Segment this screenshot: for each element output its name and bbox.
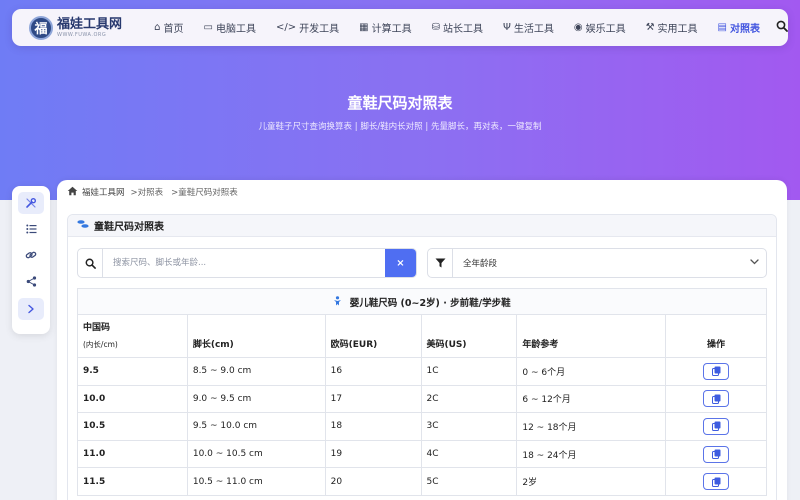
cell-cn: 10.5	[77, 412, 188, 441]
card-title: 童鞋尺码对照表	[94, 222, 164, 233]
clear-search-button[interactable]: ×	[385, 249, 416, 277]
size-chart-card: 童鞋尺码对照表 × 全年龄段	[67, 214, 777, 500]
cell-eur: 19	[324, 439, 422, 469]
cell-cn: 9.5	[77, 357, 188, 386]
nav-item-webmaster-tools[interactable]: ⛁ 站长工具	[422, 9, 493, 46]
chevron-down-icon	[742, 258, 766, 268]
filter-row: × 全年龄段	[77, 248, 767, 278]
tools-icon[interactable]	[18, 192, 44, 214]
side-toolbar	[12, 186, 50, 334]
gamepad-icon: ◉	[573, 22, 583, 33]
home-icon: ⌂	[154, 22, 161, 33]
age-filter-value: 全年龄段	[463, 259, 498, 269]
cell-age: 18 ~ 24个月	[516, 439, 667, 469]
cell-age: 12 ~ 18个月	[516, 412, 667, 441]
cell-foot: 10.5 ~ 11.0 cm	[186, 467, 326, 496]
site-name: 福娃工具网	[57, 16, 123, 32]
home-icon	[67, 186, 78, 199]
list-icon[interactable]	[18, 218, 44, 240]
webmaster-icon: ⛁	[431, 22, 440, 33]
nav-item-home[interactable]: ⌂ 首页	[144, 9, 193, 46]
cell-eur: 17	[324, 384, 422, 414]
cell-eur: 16	[324, 357, 422, 386]
logo-mark-icon: 福	[29, 15, 53, 40]
table-row: 11.0 10.0 ~ 10.5 cm 19 4C 18 ~ 24个月	[77, 439, 767, 469]
col-header-cn: 中国码 (内长/cm)	[77, 314, 188, 358]
page-subtitle: 儿童鞋子尺寸查询换算表 | 脚长/鞋内长对照 | 先量脚长，再对表，一键复制	[258, 122, 542, 132]
nav-item-dev-tools[interactable]: </> 开发工具	[266, 9, 349, 46]
table-caption: 婴儿鞋尺码 (0~2岁) · 步前鞋/学步鞋	[77, 288, 767, 315]
col-header-op: 操作	[665, 314, 767, 358]
nav-menu: ⌂ 首页 ▭ 电脑工具 </> 开发工具 ▦ 计算工具 ⛁ 站长工具 Ψ 生活工…	[144, 9, 788, 46]
cell-age: 2岁	[516, 467, 667, 496]
cell-age: 6 ~ 12个月	[516, 384, 667, 414]
cell-foot: 10.0 ~ 10.5 cm	[186, 439, 326, 469]
nav-item-fun-tools[interactable]: ◉ 娱乐工具	[564, 9, 636, 46]
code-icon: </>	[275, 22, 297, 33]
search-icon	[78, 249, 103, 277]
nav-item-util-tools[interactable]: ⚒ 实用工具	[636, 9, 708, 46]
cell-us: 5C	[420, 467, 518, 496]
cell-eur: 18	[324, 412, 422, 441]
wrench-icon: ⚒	[645, 22, 655, 33]
cell-us: 1C	[420, 357, 518, 386]
col-header-us: 美码(US)	[420, 314, 518, 358]
copy-button[interactable]	[703, 473, 730, 491]
breadcrumb: 福娃工具网 >对照表 >童鞋尺码对照表	[67, 184, 240, 200]
page-title: 童鞋尺码对照表	[347, 94, 453, 112]
main-content: 福娃工具网 >对照表 >童鞋尺码对照表 童鞋尺码对照表 × 全年龄段	[57, 180, 787, 500]
computer-icon: ▭	[203, 22, 213, 33]
site-domain: WWW.FUWA.ORG	[57, 31, 107, 38]
age-filter-select[interactable]: 全年龄段	[427, 248, 767, 278]
chevron-right-icon[interactable]	[18, 298, 44, 320]
baby-icon	[333, 295, 345, 309]
table-row: 10.0 9.0 ~ 9.5 cm 17 2C 6 ~ 12个月	[77, 384, 767, 414]
cell-us: 3C	[420, 412, 518, 441]
copy-button[interactable]	[703, 362, 730, 380]
card-header: 童鞋尺码对照表	[68, 215, 776, 237]
cell-cn: 11.5	[77, 467, 188, 496]
cell-cn: 11.0	[77, 439, 188, 469]
cell-foot: 9.5 ~ 10.0 cm	[186, 412, 326, 441]
col-header-eur: 欧码(EUR)	[324, 314, 422, 358]
table-row: 10.5 9.5 ~ 10.0 cm 18 3C 12 ~ 18个月	[77, 412, 767, 441]
top-navbar: 福 福娃工具网 WWW.FUWA.ORG ⌂ 首页 ▭ 电脑工具 </> 开发工…	[12, 9, 788, 46]
search-icon[interactable]	[776, 20, 788, 35]
table-header-row: 中国码 (内长/cm) 脚长(cm) 欧码(EUR) 美码(US) 年龄参考 操…	[77, 314, 767, 358]
nav-item-calc-tools[interactable]: ▦ 计算工具	[349, 9, 421, 46]
calculator-icon: ▦	[359, 22, 369, 33]
col-header-foot: 脚长(cm)	[186, 314, 326, 358]
site-logo[interactable]: 福 福娃工具网 WWW.FUWA.ORG	[29, 15, 130, 40]
size-table: 婴儿鞋尺码 (0~2岁) · 步前鞋/学步鞋 中国码 (内长/cm) 脚长(cm…	[77, 288, 767, 496]
copy-button[interactable]	[703, 390, 730, 408]
cell-age: 0 ~ 6个月	[516, 357, 667, 386]
breadcrumb-current: >童鞋尺码对照表	[171, 188, 238, 198]
table-icon: ▤	[717, 22, 727, 33]
breadcrumb-level1[interactable]: >对照表	[131, 186, 164, 198]
cell-us: 2C	[420, 384, 518, 414]
nav-item-computer-tools[interactable]: ▭ 电脑工具	[194, 9, 266, 46]
shoe-prints-icon	[77, 219, 89, 232]
nav-item-reference-tables[interactable]: ▤ 对照表	[708, 9, 770, 46]
breadcrumb-home[interactable]: 福娃工具网	[82, 186, 125, 198]
copy-button[interactable]	[703, 417, 730, 435]
search-input[interactable]	[103, 249, 385, 277]
share-icon[interactable]	[18, 270, 44, 292]
search-box: ×	[77, 248, 417, 278]
utensils-icon: Ψ	[502, 22, 511, 33]
cell-us: 4C	[420, 439, 518, 469]
cell-foot: 8.5 ~ 9.0 cm	[186, 357, 326, 386]
copy-button[interactable]	[703, 445, 730, 463]
filter-icon	[428, 249, 453, 277]
cell-cn: 10.0	[77, 384, 188, 414]
table-row: 9.5 8.5 ~ 9.0 cm 16 1C 0 ~ 6个月	[77, 357, 767, 386]
link-icon[interactable]	[18, 244, 44, 266]
table-row: 11.5 10.5 ~ 11.0 cm 20 5C 2岁	[77, 467, 767, 496]
nav-item-life-tools[interactable]: Ψ 生活工具	[493, 9, 564, 46]
cell-foot: 9.0 ~ 9.5 cm	[186, 384, 326, 414]
col-header-age: 年龄参考	[516, 314, 667, 358]
cell-eur: 20	[324, 467, 422, 496]
